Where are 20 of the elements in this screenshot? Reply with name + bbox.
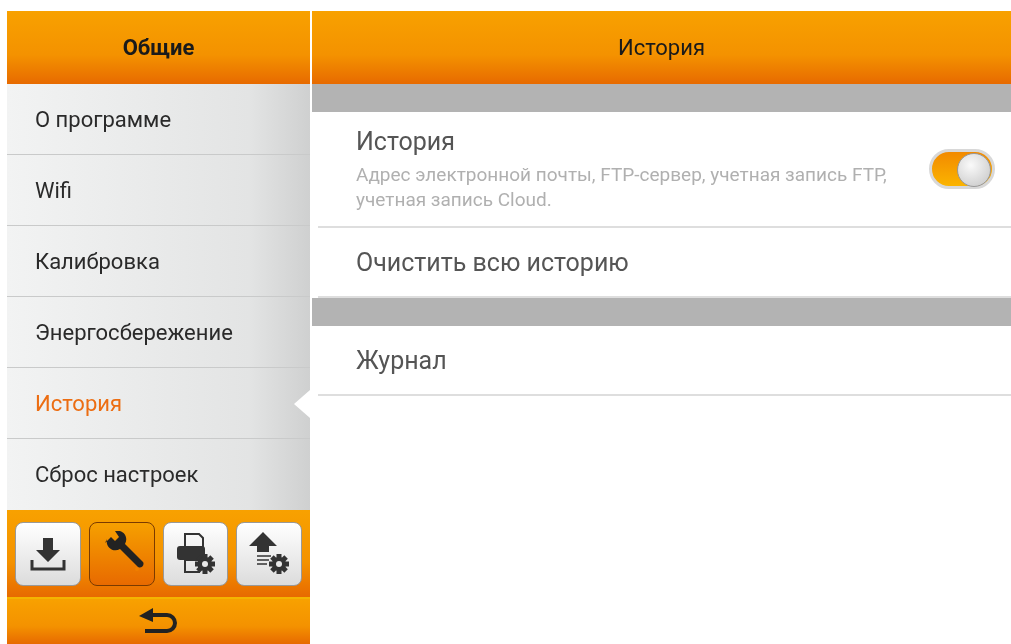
row-description: Адрес электронной почты, FTP-сервер, учетная запись FTP, учетная запись Cloud.: [356, 161, 888, 212]
history-toggle[interactable]: [929, 149, 995, 189]
selection-pointer-icon: [294, 390, 310, 418]
toolbar-button[interactable]: [15, 521, 81, 586]
sidebar-item[interactable]: Калибровка: [7, 226, 310, 297]
content-header: История: [312, 11, 1011, 84]
toolbar-button[interactable]: [162, 521, 229, 586]
row-label: История: [356, 126, 456, 156]
settings-row[interactable]: История Адрес электронной почты, FTP-сервер, учетная запись FTP, учетная запись Cloud.: [318, 112, 1011, 228]
sidebar-item[interactable]: Сброс настроек: [7, 439, 310, 510]
toolbar-button[interactable]: [88, 521, 155, 586]
row-label: Очистить всю историю: [356, 247, 629, 277]
sidebar-item[interactable]: Wifi: [7, 155, 310, 226]
sidebar-header: Общие: [7, 11, 310, 84]
toolbar-button[interactable]: [236, 521, 302, 586]
settings-row[interactable]: Журнал: [318, 326, 1011, 396]
back-button[interactable]: [7, 597, 310, 644]
row-label: Журнал: [356, 345, 447, 375]
sidebar-item[interactable]: Энергосбережение: [7, 297, 310, 368]
sidebar-item[interactable]: О программе: [7, 84, 310, 155]
